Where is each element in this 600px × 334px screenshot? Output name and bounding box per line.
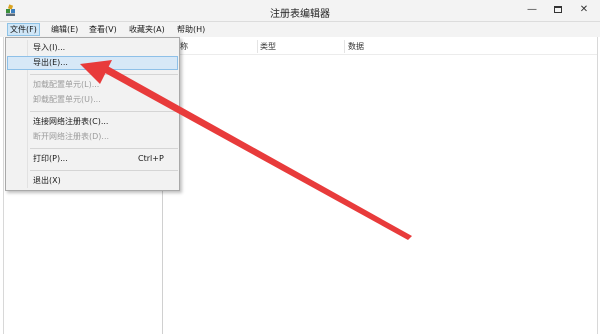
minimize-icon: — [527,4,537,15]
menu-favorites[interactable]: 收藏夹(A) [127,23,167,36]
close-button[interactable]: ✕ [573,2,595,18]
menu-item-label: 导出(E)... [33,58,68,67]
window-title: 注册表编辑器 [270,9,330,20]
menu-item-disconnect-network-registry: 断开网络注册表(D)... [7,130,178,144]
column-header-type[interactable]: 类型 [260,40,276,54]
menu-item-import[interactable]: 导入(I)... [7,41,178,55]
values-pane-border [597,37,598,334]
menu-item-label: 打印(P)... [33,154,68,163]
menu-item-label: 退出(X) [33,176,61,185]
menu-item-load-hive: 加载配置单元(L)... [7,78,178,92]
title-bar[interactable]: 注册表编辑器 — ✕ [0,0,600,22]
values-list-pane[interactable] [165,37,600,334]
column-header-data[interactable]: 数据 [348,40,364,54]
menu-separator [30,74,178,75]
maximize-icon [554,5,562,13]
menu-separator [30,170,178,171]
menu-item-shortcut: Ctrl+P [138,154,164,163]
column-divider[interactable] [257,40,258,53]
menu-view[interactable]: 查看(V) [87,23,119,36]
header-divider [165,54,597,55]
maximize-button[interactable] [547,2,569,18]
menu-item-label: 导入(I)... [33,43,66,52]
tree-pane-border [3,37,4,334]
column-divider[interactable] [344,40,345,53]
menu-item-label: 加载配置单元(L)... [33,80,100,89]
registry-editor-window: 注册表编辑器 — ✕ 文件(F) 编辑(E) 查看(V) 收藏夹(A) 帮助(H… [0,0,600,334]
file-menu-dropdown: 导入(I)... 导出(E)... 加载配置单元(L)... 卸载配置单元(U)… [5,37,180,191]
menu-item-export[interactable]: 导出(E)... [7,56,178,70]
menu-item-label: 连接网络注册表(C)... [33,117,109,126]
menu-separator [30,148,178,149]
close-icon: ✕ [579,4,589,15]
menu-file[interactable]: 文件(F) [7,23,40,36]
menu-help[interactable]: 帮助(H) [175,23,207,36]
menu-edit[interactable]: 编辑(E) [49,23,80,36]
menu-separator [30,111,178,112]
menu-item-connect-network-registry[interactable]: 连接网络注册表(C)... [7,115,178,129]
menu-item-label: 断开网络注册表(D)... [33,132,110,141]
minimize-button[interactable]: — [521,2,543,18]
menu-item-print[interactable]: 打印(P)... Ctrl+P [7,152,178,166]
menu-bar: 文件(F) 编辑(E) 查看(V) 收藏夹(A) 帮助(H) [0,22,600,37]
menu-item-exit[interactable]: 退出(X) [7,174,178,188]
menu-item-label: 卸载配置单元(U)... [33,95,101,104]
menu-item-unload-hive: 卸载配置单元(U)... [7,93,178,107]
